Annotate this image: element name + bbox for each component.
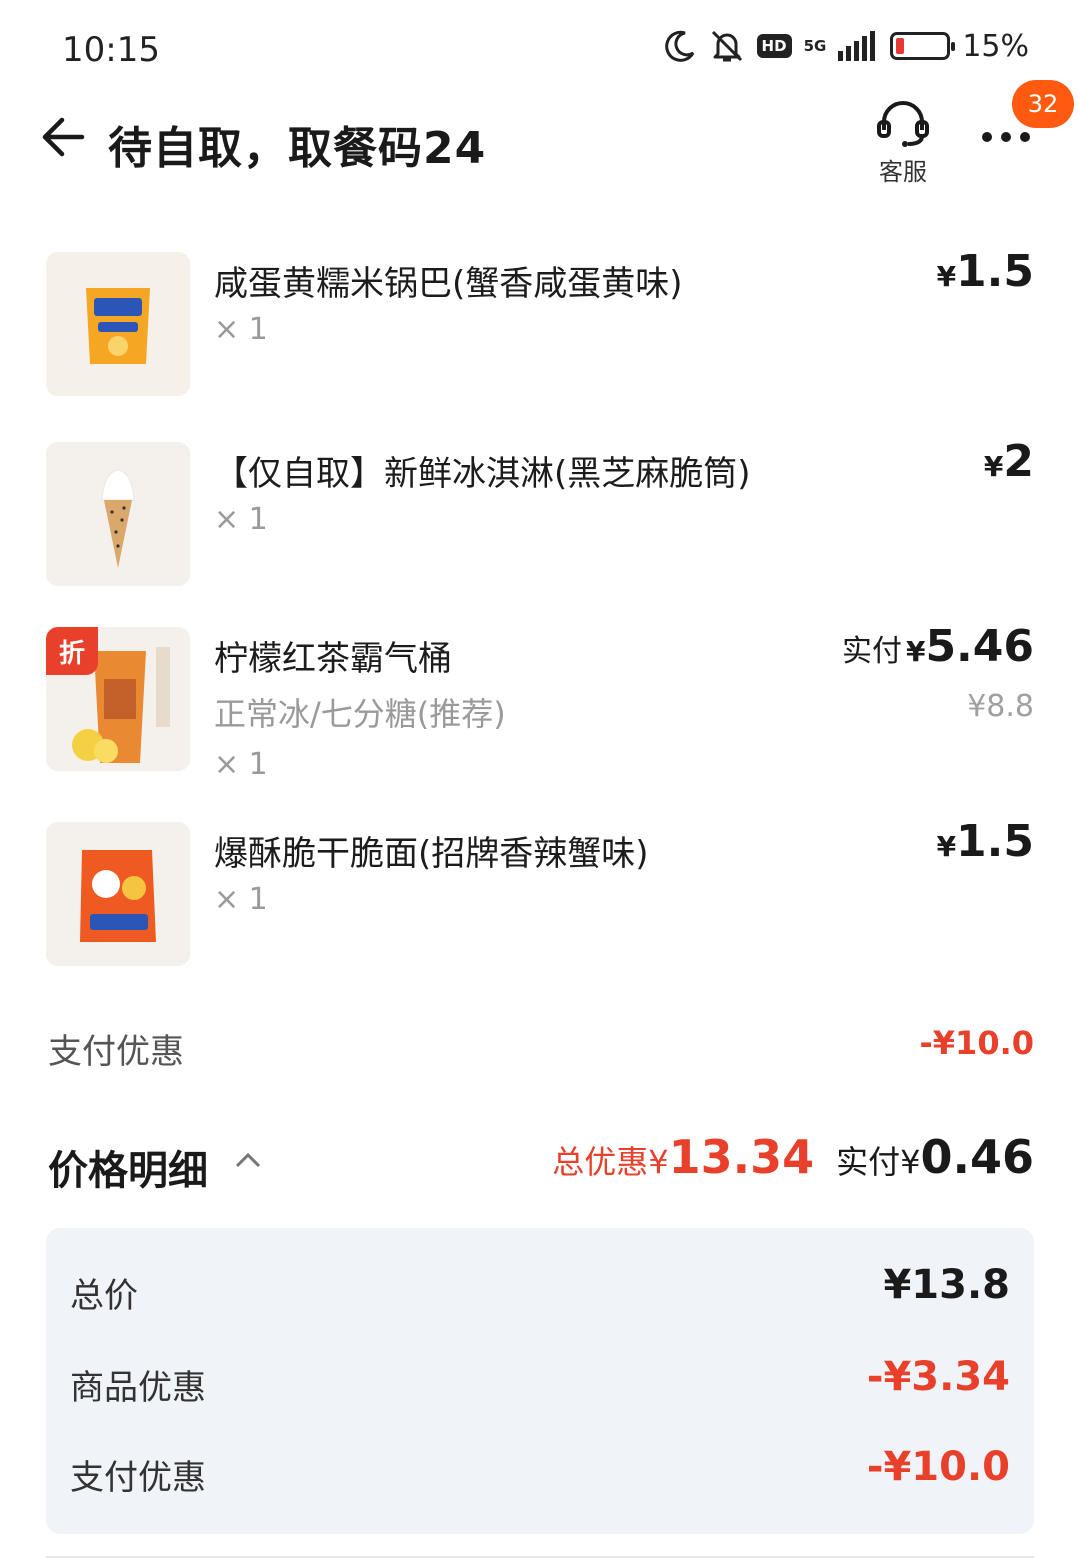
summary-totals: 总优惠¥13.34 实付¥0.46	[552, 1130, 1034, 1184]
item-quantity: × 1	[214, 882, 268, 917]
customer-service-button[interactable]: 客服	[868, 100, 938, 186]
breakdown-value: -¥3.34	[866, 1354, 1010, 1400]
item-name: 咸蛋黄糯米锅巴(蟹香咸蛋黄味)	[214, 264, 683, 304]
product-image-snack-crisps	[46, 252, 190, 396]
back-button[interactable]	[38, 112, 88, 162]
order-item[interactable]: 【仅自取】新鲜冰淇淋(黑芝麻脆筒) × 1 ¥2	[46, 436, 1036, 587]
total-discount: 总优惠¥13.34	[552, 1130, 814, 1184]
paid-value: 0.46	[920, 1130, 1035, 1184]
battery-icon	[890, 32, 956, 60]
signal-icon	[838, 31, 878, 61]
order-item[interactable]: 爆酥脆干脆面(招牌香辣蟹味) × 1 ¥1.5	[46, 816, 1036, 967]
discount-tag: 折	[46, 627, 98, 675]
item-price: ¥1.5	[937, 816, 1034, 867]
paid-label: 实付	[841, 634, 902, 669]
payment-discount-label: 支付优惠	[48, 1032, 184, 1072]
item-name: 柠檬红茶霸气桶	[214, 639, 452, 679]
more-dots-icon	[982, 132, 1030, 142]
paid-label: 实付	[836, 1143, 901, 1181]
item-quantity: × 1	[214, 502, 268, 537]
paid-total: 实付¥0.46	[836, 1130, 1034, 1184]
breakdown-row-product-discount: 商品优惠 -¥3.34	[70, 1352, 1010, 1412]
moon-icon	[663, 29, 697, 63]
5g-icon: 5G	[803, 37, 827, 55]
status-time: 10:15	[62, 30, 160, 70]
price-details-toggle[interactable]: 价格明细	[48, 1138, 208, 1196]
breakdown-label: 支付优惠	[70, 1458, 206, 1498]
currency-symbol: ¥	[936, 260, 957, 293]
product-image-crispy-noodles	[46, 822, 190, 966]
item-price-value: 1.5	[956, 246, 1034, 297]
item-price-value: 1.5	[956, 816, 1034, 867]
product-image-ice-cream-cone	[46, 442, 190, 586]
breakdown-row-total: 总价 ¥13.8	[70, 1260, 1010, 1320]
item-name: 【仅自取】新鲜冰淇淋(黑芝麻脆筒)	[214, 454, 751, 494]
item-price-value: 5.46	[925, 621, 1034, 672]
divider	[46, 1556, 1034, 1558]
currency-symbol: ¥	[905, 635, 926, 668]
breakdown-value: ¥13.8	[883, 1262, 1010, 1308]
breakdown-value: -¥10.0	[866, 1444, 1010, 1490]
notification-badge: 32	[1012, 80, 1074, 128]
total-discount-label: 总优惠	[552, 1143, 649, 1181]
price-breakdown-panel: 总价 ¥13.8 商品优惠 -¥3.34 支付优惠 -¥10.0	[46, 1228, 1034, 1534]
item-name: 爆酥脆干脆面(招牌香辣蟹味)	[214, 834, 649, 874]
item-price: 实付 ¥5.46	[842, 621, 1034, 672]
currency-symbol: ¥	[983, 450, 1004, 483]
total-discount-value: 13.34	[668, 1130, 815, 1184]
breakdown-label: 总价	[70, 1276, 138, 1316]
order-item[interactable]: 咸蛋黄糯米锅巴(蟹香咸蛋黄味) × 1 ¥1.5	[46, 246, 1036, 397]
page-title: 待自取，取餐码24	[108, 123, 487, 174]
battery-percent: 15%	[962, 28, 1029, 64]
order-item[interactable]: 折 柠檬红茶霸气桶 正常冰/七分糖(推荐) × 1 实付 ¥5.46 ¥8.8	[46, 621, 1036, 782]
currency-symbol: ¥	[936, 830, 957, 863]
price-summary-row: 价格明细 总优惠¥13.34 实付¥0.46	[48, 1130, 1034, 1194]
item-quantity: × 1	[214, 312, 268, 347]
breakdown-row-payment-discount: 支付优惠 -¥10.0	[70, 1442, 1010, 1502]
hd-icon: HD	[756, 34, 792, 58]
item-price-value: 2	[1003, 436, 1034, 487]
status-icons: HD 5G 15%	[663, 28, 1029, 64]
item-spec: 正常冰/七分糖(推荐)	[214, 695, 506, 733]
chevron-up-icon[interactable]	[234, 1150, 262, 1170]
status-bar: 10:15 HD 5G 15%	[0, 0, 1079, 100]
total-discount-currency: ¥	[648, 1143, 669, 1181]
breakdown-label: 商品优惠	[70, 1368, 206, 1408]
back-arrow-icon	[42, 117, 85, 157]
item-price: ¥1.5	[937, 246, 1034, 297]
item-quantity: × 1	[214, 747, 268, 782]
payment-discount-value: -¥10.0	[919, 1024, 1035, 1062]
headset-icon	[877, 101, 929, 147]
item-price: ¥2	[984, 436, 1034, 487]
paid-currency: ¥	[900, 1143, 921, 1181]
header: 待自取，取餐码24 客服 32	[0, 80, 1079, 200]
payment-discount-row: 支付优惠 -¥10.0	[48, 1020, 1035, 1072]
item-original-price: ¥8.8	[967, 689, 1034, 724]
bell-off-icon	[709, 28, 745, 64]
customer-service-label: 客服	[879, 158, 927, 186]
